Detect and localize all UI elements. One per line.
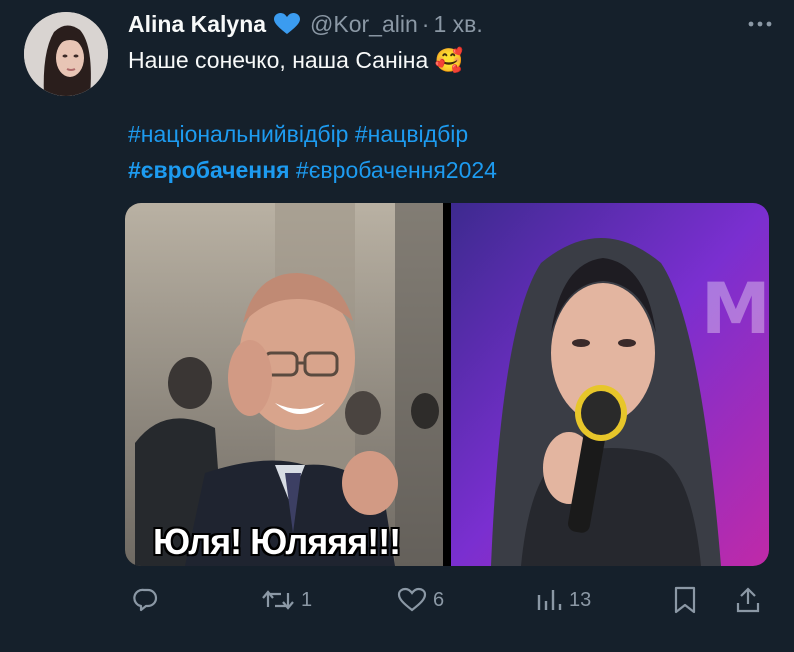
action-bar: 1 6 13	[125, 580, 769, 620]
separator: ·	[421, 10, 430, 37]
author-name[interactable]: Alina Kalyna	[128, 11, 266, 38]
svg-text:M: M	[701, 268, 769, 350]
retweet-icon	[261, 587, 295, 613]
tweet-header: Alina Kalyna @Kor_alin · 1 хв.	[128, 8, 774, 40]
hashtag-link[interactable]: #нацвідбір	[355, 121, 468, 147]
bookmark-icon	[673, 586, 697, 614]
hashtag-line-1: #національнийвідбір #нацвідбір	[128, 119, 468, 149]
author-handle[interactable]: @Kor_alin	[310, 11, 418, 38]
tweet-media[interactable]: Юля! Юляяя!!! M	[125, 203, 769, 566]
share-icon	[735, 586, 761, 614]
retweet-count: 1	[301, 588, 313, 611]
heart-icon	[397, 587, 427, 613]
like-count: 6	[433, 588, 445, 611]
media-image-right[interactable]: M	[451, 203, 769, 566]
reply-icon	[133, 587, 159, 613]
share-button[interactable]	[735, 580, 761, 620]
hashtag-line-2: #євробачення #євробачення2024	[128, 155, 497, 185]
tweet-text: Наше сонечко, наша Саніна 🥰	[128, 45, 463, 75]
views-count: 13	[569, 588, 592, 611]
reply-button[interactable]	[133, 580, 159, 620]
meme-caption: Юля! Юляяя!!!	[153, 521, 401, 562]
avatar[interactable]	[24, 12, 108, 96]
media-image-left[interactable]: Юля! Юляяя!!!	[125, 203, 443, 566]
retweet-button[interactable]: 1	[261, 580, 312, 620]
tweet-text-line: Наше сонечко, наша Саніна	[128, 47, 429, 73]
views-icon	[535, 587, 563, 613]
hashtag-link[interactable]: #євробачення2024	[296, 157, 497, 183]
blue-heart-icon	[274, 13, 301, 35]
views-button[interactable]: 13	[535, 580, 591, 620]
like-button[interactable]: 6	[397, 580, 444, 620]
smiling-face-with-hearts-emoji: 🥰	[434, 47, 464, 73]
bookmark-button[interactable]	[673, 580, 697, 620]
more-dots-icon[interactable]	[746, 10, 774, 45]
timestamp[interactable]: 1 хв.	[433, 11, 482, 38]
hashtag-link[interactable]: #євробачення	[128, 157, 290, 183]
hashtag-link[interactable]: #національнийвідбір	[128, 121, 348, 147]
